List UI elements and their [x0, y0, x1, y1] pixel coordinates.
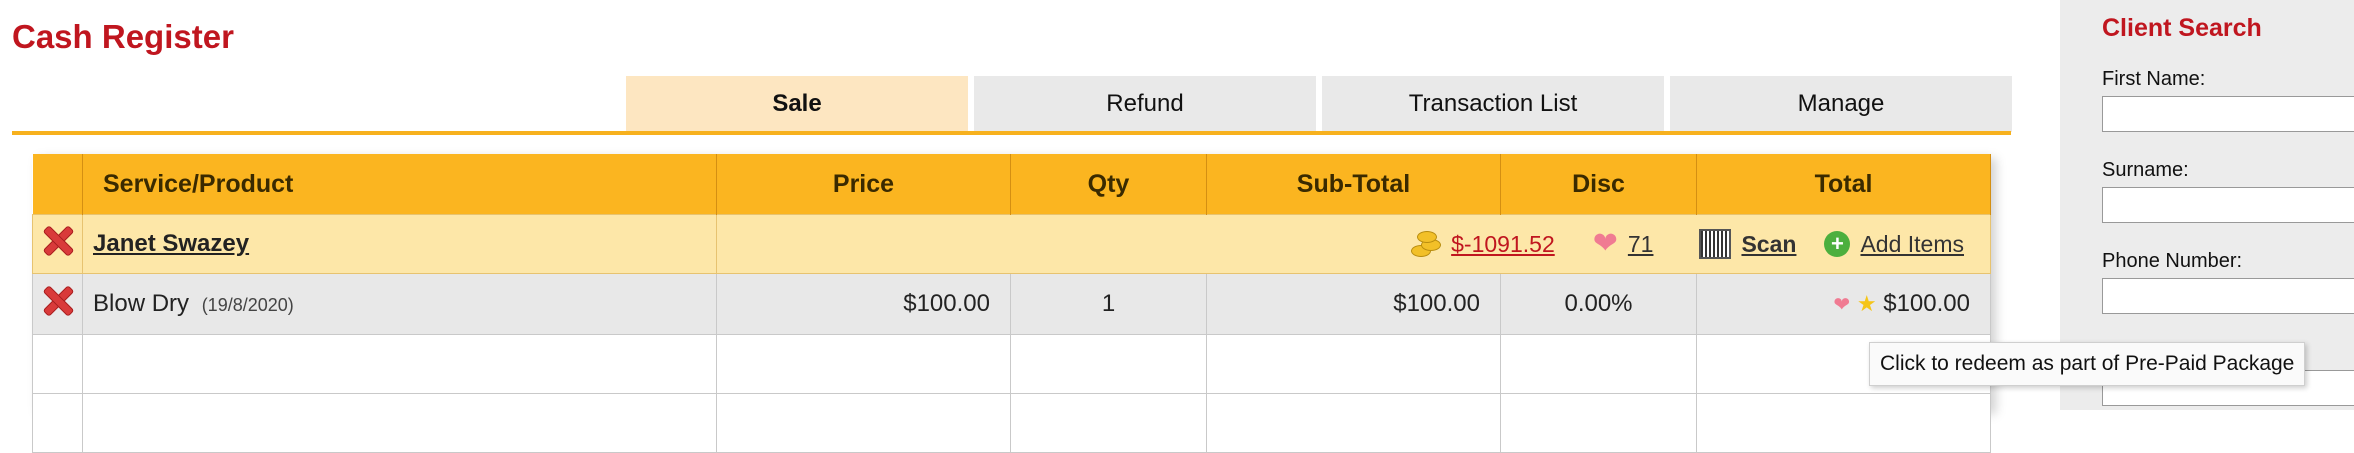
add-items-link[interactable]: Add Items	[1860, 231, 1964, 258]
header-remove	[32, 154, 83, 215]
surname-label: Surname:	[2102, 159, 2189, 181]
heart-icon: ❤	[1592, 227, 1618, 260]
tab-sale[interactable]: Sale	[626, 76, 968, 132]
page-title: Cash Register	[12, 18, 234, 55]
empty-row	[32, 334, 1991, 394]
header-qty: Qty	[1010, 154, 1207, 215]
loyalty-points-link[interactable]: 71	[1628, 231, 1654, 258]
tab-refund[interactable]: Refund	[974, 76, 1316, 132]
barcode-icon[interactable]	[1699, 229, 1732, 259]
header-price: Price	[716, 154, 1011, 215]
item-name: Blow Dry	[93, 290, 190, 317]
coins-icon	[1409, 229, 1442, 259]
item-total: $100.00	[1883, 290, 1970, 317]
remove-client-icon[interactable]	[42, 225, 74, 257]
table-row: Blow Dry (19/8/2020) $100.00 1 $100.00 0…	[32, 273, 1991, 335]
first-name-label: First Name:	[2102, 68, 2206, 90]
client-tools: $-1091.52 ❤ 71 Scan + Add Items	[717, 229, 1990, 259]
sale-table: Service/Product Price Qty Sub-Total Disc…	[32, 154, 1991, 453]
item-disc[interactable]: 0.00%	[1500, 273, 1697, 335]
client-remove-cell	[32, 214, 83, 274]
tab-manage[interactable]: Manage	[1670, 76, 2012, 132]
header-service-product: Service/Product	[82, 154, 717, 215]
client-search-title: Client Search	[2102, 14, 2262, 42]
header-disc: Disc	[1500, 154, 1697, 215]
client-name-link[interactable]: Janet Swazey	[93, 230, 249, 257]
client-name-cell: Janet Swazey	[82, 214, 717, 274]
phone-input[interactable]	[2102, 278, 2354, 314]
star-icon[interactable]: ★	[1857, 291, 1877, 316]
cash-register-panel: Cash Register Sale Refund Transaction Li…	[0, 0, 2040, 453]
sale-grid: Service/Product Price Qty Sub-Total Disc…	[32, 154, 1991, 453]
client-tools-cell: $-1091.52 ❤ 71 Scan + Add Items	[716, 214, 1991, 274]
scan-link[interactable]: Scan	[1741, 231, 1796, 258]
item-service-cell: Blow Dry (19/8/2020)	[82, 273, 717, 335]
empty-row	[32, 393, 1991, 453]
item-subtotal: $100.00	[1206, 273, 1501, 335]
first-name-input[interactable]	[2102, 96, 2354, 132]
phone-label: Phone Number:	[2102, 250, 2243, 272]
tab-underline	[12, 131, 2011, 135]
prepaid-heart-icon[interactable]: ❤	[1833, 294, 1850, 316]
prepaid-tooltip: Click to redeem as part of Pre-Paid Pack…	[1869, 342, 2306, 386]
client-row: Janet Swazey $-1091.52 ❤ 71 Scan + Add I…	[32, 214, 1991, 274]
tab-transaction-list[interactable]: Transaction List	[1322, 76, 1664, 132]
item-total-cell: ❤ ★ $100.00	[1696, 273, 1991, 335]
account-balance-link[interactable]: $-1091.52	[1451, 231, 1555, 258]
item-remove-cell	[32, 273, 83, 335]
item-qty[interactable]: 1	[1010, 273, 1207, 335]
remove-item-icon[interactable]	[42, 285, 74, 317]
header-total: Total	[1696, 154, 1991, 215]
table-header-row: Service/Product Price Qty Sub-Total Disc…	[32, 154, 1991, 215]
item-price[interactable]: $100.00	[716, 273, 1011, 335]
item-date: (19/8/2020)	[201, 295, 294, 315]
surname-input[interactable]	[2102, 187, 2354, 223]
header-subtotal: Sub-Total	[1206, 154, 1501, 215]
add-circle-icon[interactable]: +	[1824, 231, 1851, 257]
